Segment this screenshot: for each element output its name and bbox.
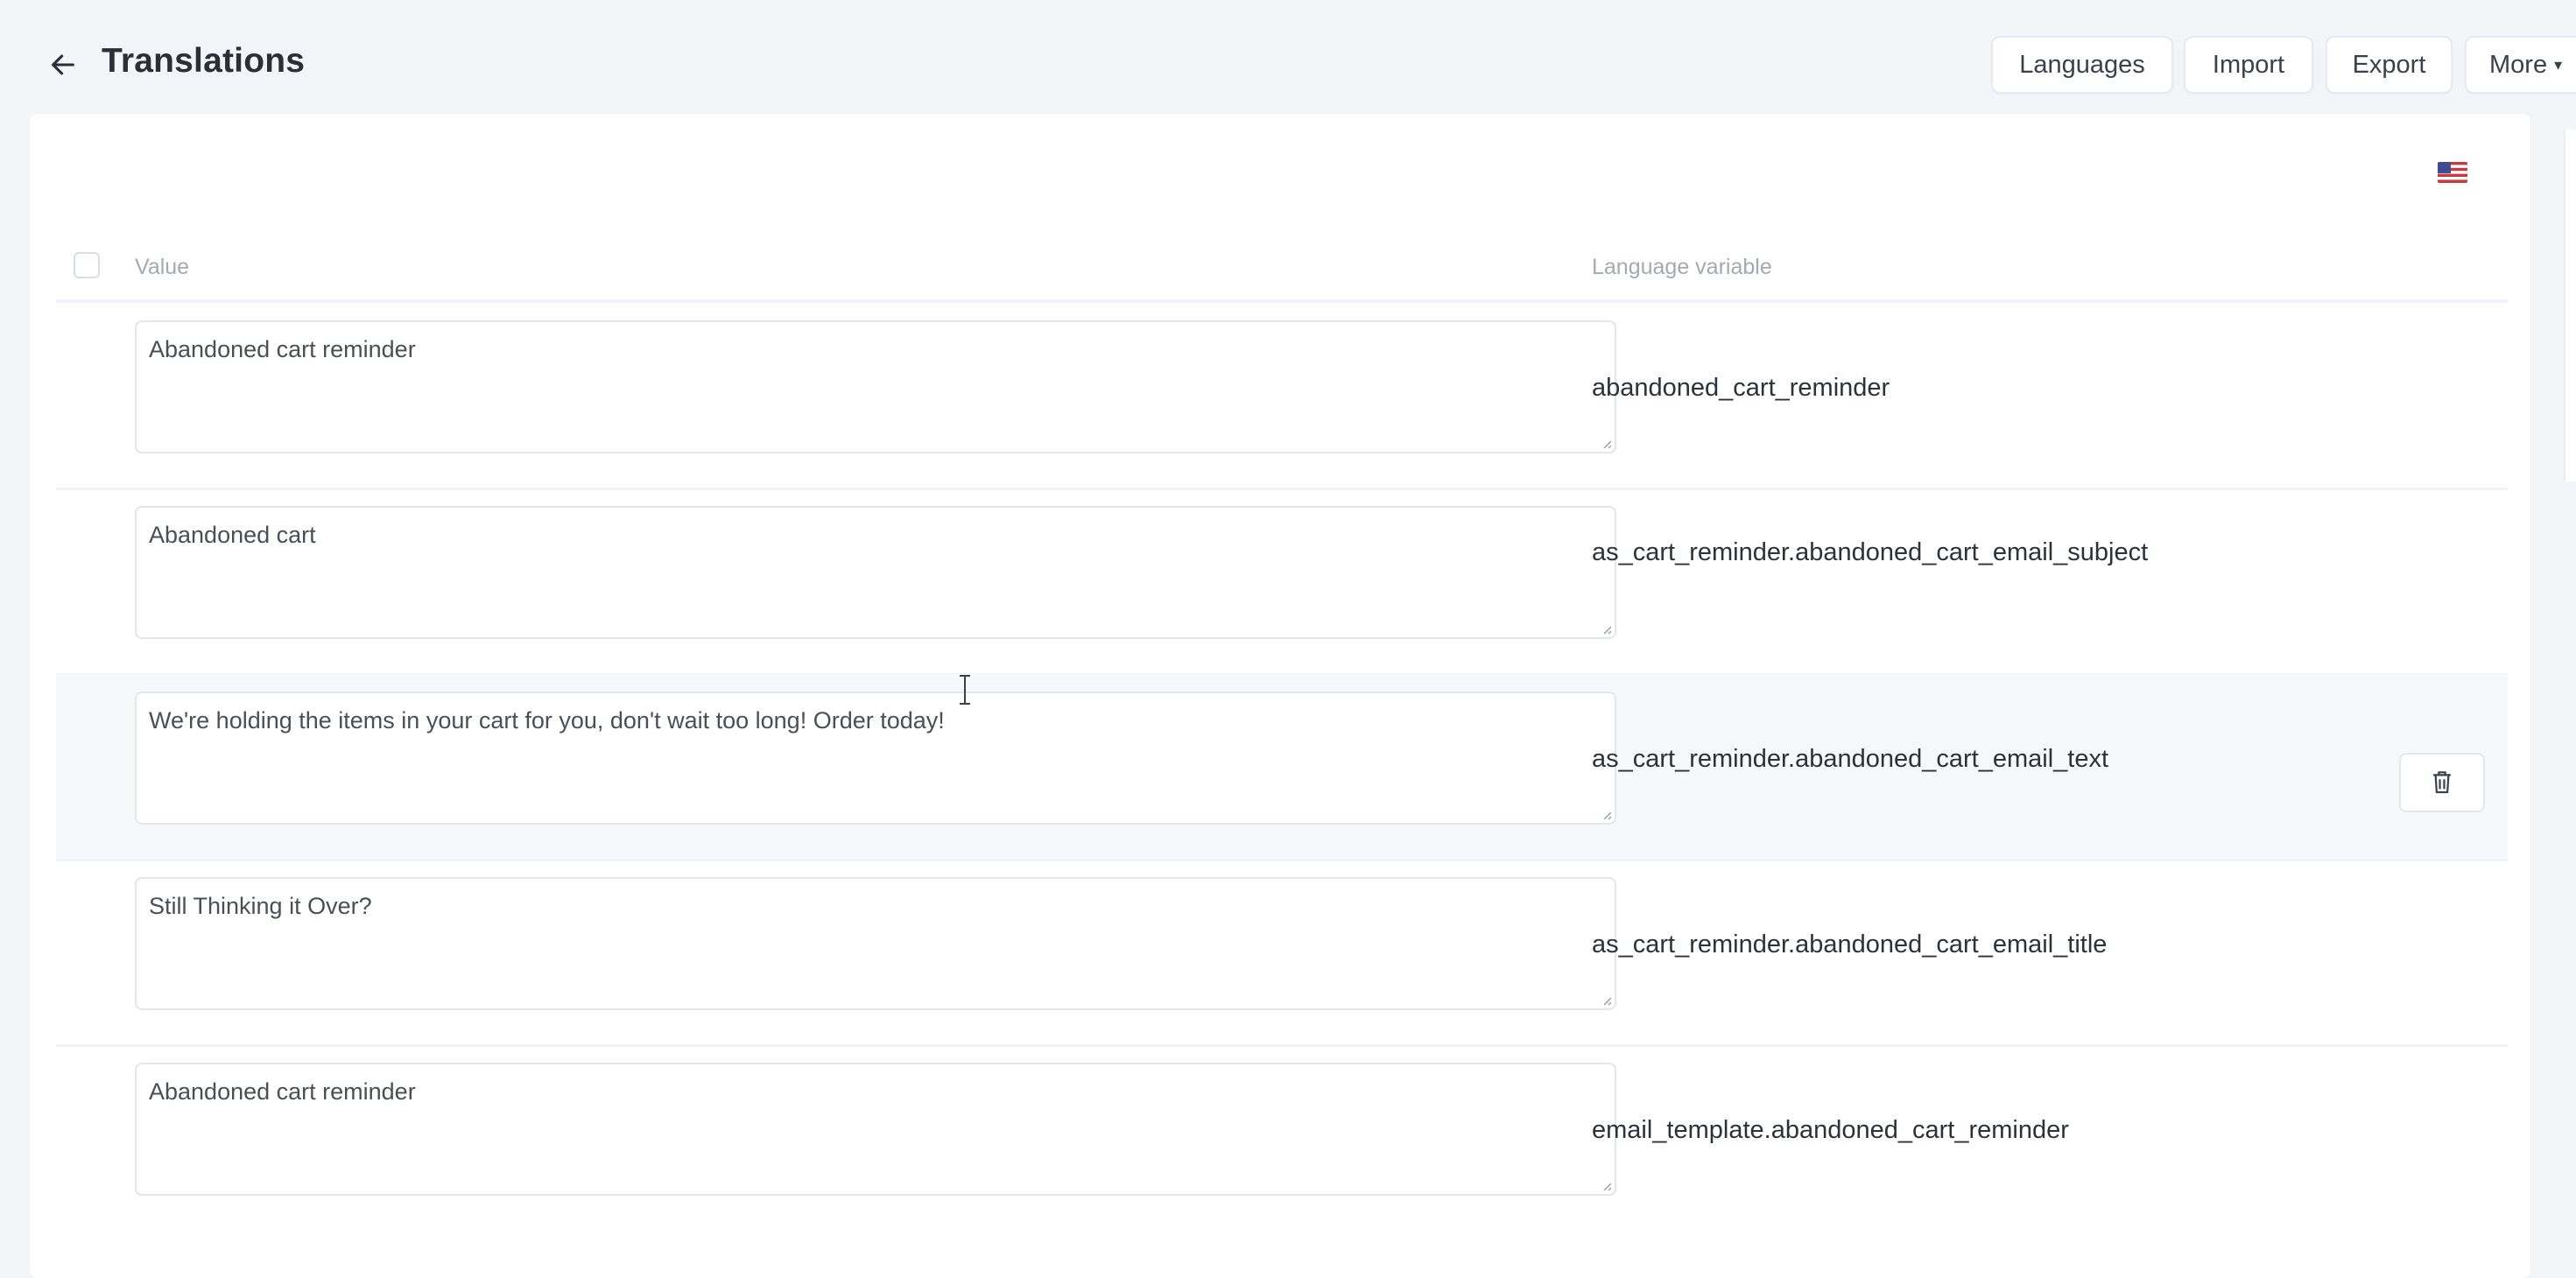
table-row: Still Thinking it Over? as_cart_reminder…	[56, 860, 2508, 1047]
trash-icon	[2433, 771, 2451, 794]
caret-down-icon: ▾	[2554, 55, 2563, 74]
value-textarea[interactable]: Abandoned cart reminder	[135, 1063, 1616, 1196]
table-row-hovered: We're holding the items in your cart for…	[56, 674, 2508, 861]
language-variable: as_cart_reminder.abandoned_cart_email_ti…	[1592, 930, 2108, 958]
back-button[interactable]	[44, 46, 82, 84]
more-button-label: More	[2489, 50, 2548, 79]
us-flag-icon[interactable]	[2438, 162, 2467, 183]
value-textarea[interactable]: Still Thinking it Over?	[135, 877, 1616, 1010]
import-button[interactable]: Import	[2184, 36, 2313, 94]
resize-handle-icon[interactable]	[1599, 807, 1613, 821]
resize-handle-icon[interactable]	[1599, 1178, 1613, 1192]
more-dropdown-button[interactable]: More ▾	[2465, 36, 2576, 94]
language-variable: abandoned_cart_reminder	[1592, 374, 1890, 402]
value-textarea[interactable]: Abandoned cart	[135, 506, 1616, 639]
value-text: Still Thinking it Over?	[149, 893, 372, 919]
table-row: Abandoned cart as_cart_reminder.abandone…	[56, 488, 2508, 676]
side-panel-edge	[2564, 130, 2576, 481]
language-variable: email_template.abandoned_cart_reminder	[1592, 1116, 2069, 1144]
page-title: Translations	[102, 42, 306, 80]
value-text: Abandoned cart reminder	[149, 336, 416, 362]
language-variable: as_cart_reminder.abandoned_cart_email_su…	[1592, 538, 2149, 566]
value-text: Abandoned cart	[149, 522, 316, 548]
delete-row-button[interactable]	[2399, 753, 2485, 812]
resize-handle-icon[interactable]	[1599, 436, 1613, 450]
value-text: We're holding the items in your cart for…	[149, 707, 945, 734]
arrow-left-icon	[52, 54, 74, 75]
column-header-language-variable: Language variable	[1592, 255, 1772, 279]
language-variable: as_cart_reminder.abandoned_cart_email_te…	[1592, 745, 2109, 773]
resize-handle-icon[interactable]	[1599, 621, 1613, 635]
page-header: Translations Languages Import Export Mor…	[0, 0, 2576, 114]
value-textarea[interactable]: Abandoned cart reminder	[135, 320, 1616, 453]
column-header-value: Value	[135, 255, 190, 279]
value-textarea[interactable]: We're holding the items in your cart for…	[135, 692, 1616, 825]
resize-handle-icon[interactable]	[1599, 993, 1613, 1007]
table-row: Abandoned cart reminder email_template.a…	[56, 1045, 2508, 1231]
select-all-checkbox[interactable]	[74, 252, 100, 278]
languages-button[interactable]: Languages	[1991, 36, 2173, 94]
export-button[interactable]: Export	[2326, 36, 2453, 94]
table-row: Abandoned cart reminder abandoned_cart_r…	[56, 303, 2508, 490]
text-cursor-icon	[960, 675, 970, 705]
value-text: Abandoned cart reminder	[149, 1078, 416, 1105]
